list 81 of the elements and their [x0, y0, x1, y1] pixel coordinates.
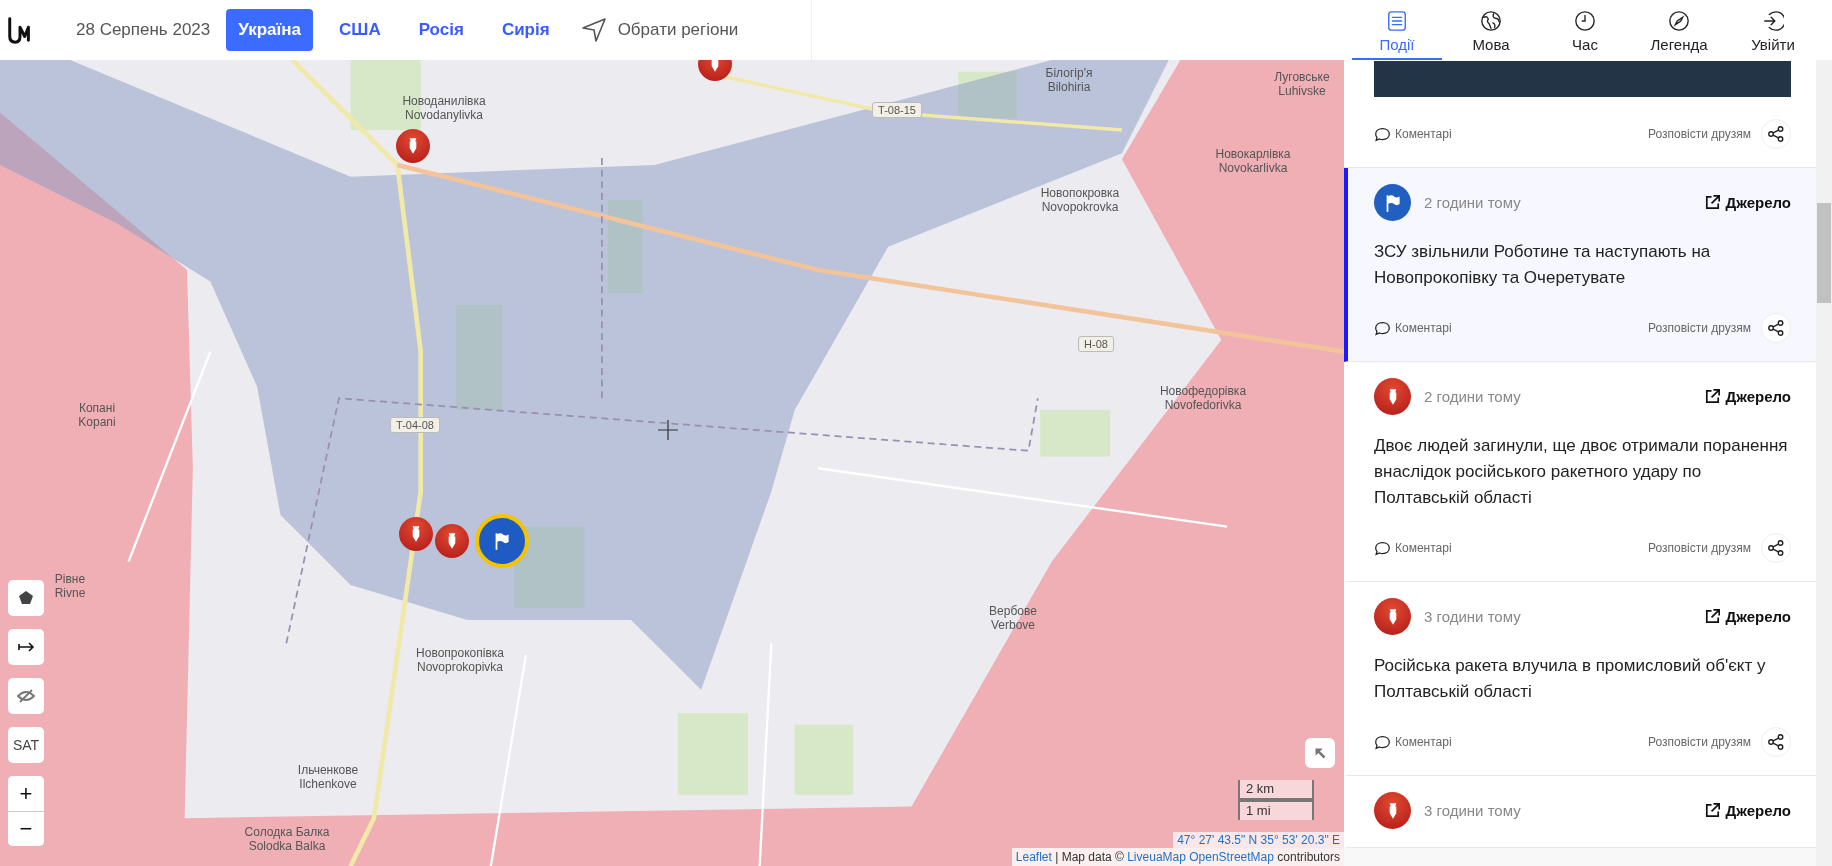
road-label: T-08-15: [872, 102, 922, 118]
time-label: 3 години тому: [1424, 802, 1522, 819]
login-icon: [1762, 9, 1784, 32]
openstreetmap-link[interactable]: OpenStreetMap: [1189, 850, 1274, 864]
share-label: Розповісти друзям: [1647, 735, 1751, 749]
hide-button[interactable]: [8, 678, 44, 714]
news-card[interactable]: 3 години тому Джерело Російська ракета влучила в промисловий об'єкт у Полтавській області Коментарі Розповісти друзям: [1344, 582, 1816, 776]
satellite-button[interactable]: SAT: [8, 727, 44, 763]
place-label: Рівне Rivne: [54, 572, 86, 600]
zoom-out-button[interactable]: −: [8, 811, 44, 846]
source-link[interactable]: Джерело: [1702, 801, 1791, 820]
road-label: H-08: [1078, 336, 1114, 352]
nav-tab[interactable]: Легенда: [1634, 0, 1724, 60]
speech-bubble-icon: [1374, 125, 1391, 143]
news-text: Двоє людей загинули, ще двоє отримали поранення внаслідок російського ракетного удару по Полтавській області: [1374, 435, 1789, 509]
comments-link[interactable]: Коментарі: [1374, 319, 1648, 337]
share-label: Розповісти друзям: [1647, 127, 1751, 141]
place-label: Білогір'я Bilohiria: [1045, 66, 1093, 94]
scrollbar[interactable]: [1816, 60, 1832, 866]
speech-bubble-icon: [1374, 539, 1391, 557]
scale-bar: 2 km: [1238, 780, 1314, 800]
comments-link[interactable]: Коментарі: [1374, 539, 1648, 557]
liveuamap-link[interactable]: LiveuaMap: [1127, 850, 1186, 864]
source-link[interactable]: Джерело: [1702, 607, 1791, 626]
coordinates-text: 47° 27' 43.5" N 35° 53' 20.3" E: [1173, 832, 1344, 848]
region-tab[interactable]: Росія: [406, 9, 476, 51]
measure-button[interactable]: [8, 629, 44, 665]
share-button[interactable]: [1761, 313, 1791, 343]
region-tab[interactable]: США: [327, 9, 393, 51]
scale-bar: 1 mi: [1238, 800, 1314, 820]
choose-regions-link[interactable]: Обрати регіони: [617, 20, 739, 40]
place-label: Вербове Verbove: [989, 604, 1037, 632]
clock-icon: [1574, 9, 1596, 32]
place-label: Луговське Luhivske: [1274, 70, 1330, 98]
place-label: Новоданилівка Novodanylivka: [402, 94, 486, 122]
expand-button[interactable]: [1305, 738, 1335, 768]
draw-polygon-button[interactable]: [8, 580, 44, 616]
place-label: Копані Kopani: [78, 401, 116, 429]
attribution-text: Leaflet | Map data © LiveuaMap OpenStreetMap contributors: [1011, 848, 1344, 866]
road-label: T-04-08: [390, 417, 440, 433]
place-label: Солодка Балка Solodka Balka: [244, 825, 330, 853]
list-icon: [1386, 9, 1408, 32]
time-label: 3 години тому: [1424, 608, 1522, 625]
time-label: 2 години тому: [1424, 194, 1522, 211]
share-button[interactable]: [1761, 119, 1791, 149]
nav-tab[interactable]: Мова: [1446, 0, 1536, 60]
share-icon: [1767, 733, 1785, 751]
share-icon: [1767, 319, 1785, 337]
region-tab[interactable]: Сирія: [489, 9, 562, 51]
share-button[interactable]: [1761, 533, 1791, 563]
place-label: Ільченкове Ilchenkove: [297, 763, 359, 791]
place-label: Новопрокопівка Novoprokopivka: [416, 646, 504, 674]
news-card[interactable]: 2 години тому Джерело ЗСУ звільнили Роботине та наступають на Новопрокопівку та Очеретувате Коментарі Розповісти друзям: [1344, 168, 1816, 362]
news-text: ЗСУ звільнили Роботине та наступають на Новопрокопівку та Очеретувате: [1374, 241, 1712, 289]
comments-link[interactable]: Коментарі: [1374, 125, 1648, 143]
source-link[interactable]: Джерело: [1702, 387, 1791, 406]
region-tab[interactable]: Україна: [226, 9, 314, 51]
share-label: Розповісти друзям: [1647, 321, 1751, 335]
compass-icon: [1668, 9, 1690, 32]
share-button[interactable]: [1761, 727, 1791, 757]
date-label: 28 Серпень 2023: [76, 20, 211, 40]
place-label: Новопокровка Novopokrovka: [1040, 186, 1120, 214]
news-card[interactable]: 2 години тому Джерело Двоє людей загинули, ще двоє отримали поранення внаслідок російського ракетного удару по Полтавській області Коментарі Розповісти друзям: [1344, 362, 1816, 582]
news-text: Російська ракета влучила в промисловий об'єкт у Полтавській області: [1374, 655, 1767, 703]
source-link[interactable]: Джерело: [1702, 193, 1791, 212]
crosshair-icon: [658, 420, 678, 440]
place-label: Новокарлівка Novokarlivka: [1215, 147, 1291, 175]
speech-bubble-icon: [1374, 733, 1391, 751]
share-icon: [1767, 125, 1785, 143]
comments-link[interactable]: Коментарі: [1374, 733, 1648, 751]
navigation-arrow-icon[interactable]: [579, 16, 608, 44]
nav-tab[interactable]: Увійти: [1728, 0, 1818, 60]
news-card[interactable]: 3 години тому Джерело: [1344, 776, 1816, 848]
leaflet-link[interactable]: Leaflet: [1015, 850, 1052, 864]
share-label: Розповісти друзям: [1647, 541, 1751, 555]
share-icon: [1767, 539, 1785, 557]
place-label: Новофедорівка Novofedorivka: [1159, 384, 1247, 412]
nav-tab[interactable]: Час: [1540, 0, 1630, 60]
time-label: 2 години тому: [1424, 388, 1522, 405]
globe-icon: [1480, 9, 1502, 32]
speech-bubble-icon: [1374, 319, 1391, 337]
